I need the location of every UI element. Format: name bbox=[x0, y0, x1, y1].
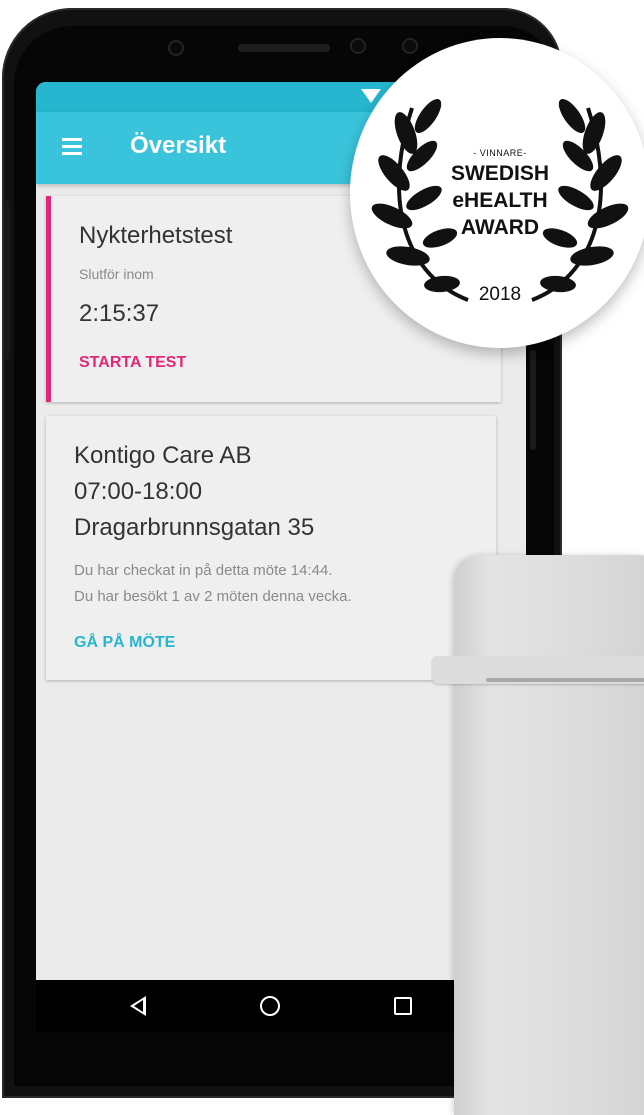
menu-icon[interactable] bbox=[62, 138, 82, 155]
checkin-info: Du har checkat in på detta möte 14:44. bbox=[74, 562, 333, 579]
award-line-3: AWARD bbox=[460, 216, 540, 239]
navigation-bar bbox=[36, 980, 526, 1032]
visit-info: Du har besökt 1 av 2 möten denna vecka. bbox=[74, 588, 352, 605]
nav-back-icon[interactable] bbox=[130, 996, 146, 1016]
meeting-hours: 07:00-18:00 bbox=[74, 478, 203, 505]
phone-side-button bbox=[4, 200, 10, 360]
meeting-organization: Kontigo Care AB bbox=[74, 442, 252, 469]
test-subtitle: Slutför inom bbox=[79, 266, 154, 282]
countdown-timer: 2:15:37 bbox=[79, 300, 160, 327]
nav-recent-icon[interactable] bbox=[394, 997, 412, 1015]
award-badge: - VINNARE- SWEDISH eHEALTH AWARD 2018 bbox=[350, 38, 644, 348]
phone-earpiece bbox=[238, 44, 330, 52]
device-seam bbox=[486, 678, 644, 682]
start-test-button[interactable]: STARTA TEST bbox=[79, 354, 186, 372]
award-prefix: - VINNARE- bbox=[473, 148, 527, 158]
page-title: Översikt bbox=[130, 132, 227, 159]
award-line-2: eHEALTH bbox=[452, 189, 548, 212]
meeting-card: Kontigo Care AB 07:00-18:00 Dragarbrunns… bbox=[46, 416, 496, 680]
nav-home-icon[interactable] bbox=[260, 996, 280, 1016]
award-year: 2018 bbox=[478, 284, 522, 305]
test-title: Nykterhetstest bbox=[79, 222, 233, 249]
award-line-1: SWEDISH bbox=[450, 162, 549, 185]
breathalyzer-device bbox=[454, 555, 644, 1115]
go-to-meeting-button[interactable]: GÅ PÅ MÖTE bbox=[74, 634, 175, 652]
phone-side-button-right bbox=[530, 350, 536, 450]
meeting-address: Dragarbrunnsgatan 35 bbox=[74, 514, 315, 541]
front-camera bbox=[170, 42, 182, 54]
